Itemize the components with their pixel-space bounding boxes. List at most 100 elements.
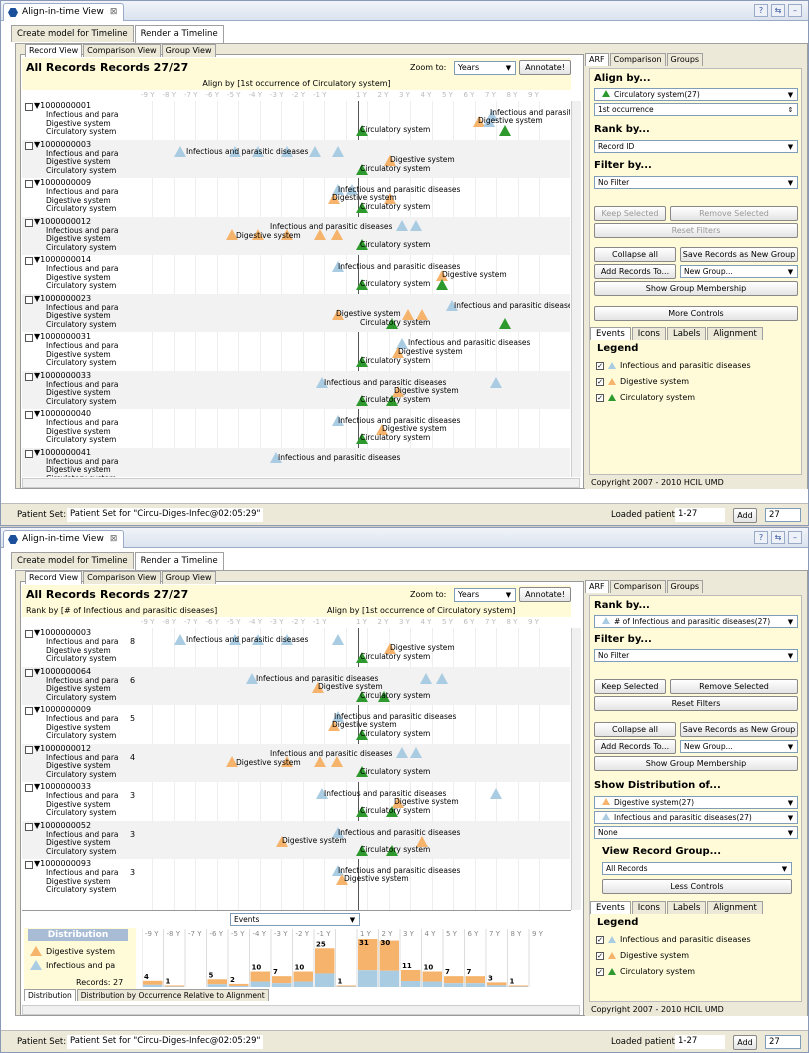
legend-item-infectious[interactable]: ✓ Infectious and parasitic diseases: [596, 935, 751, 944]
help-icon[interactable]: ?: [754, 4, 768, 17]
record-row[interactable]: ▼1000000031 Infectious and para Digestive …: [22, 332, 570, 370]
tab-create-model[interactable]: Create model for Timeline: [11, 25, 134, 42]
add-button[interactable]: Add: [733, 508, 757, 523]
distribution-select-1[interactable]: Digestive system(27) ▼: [594, 796, 798, 809]
event-marker[interactable]: [410, 219, 422, 231]
tab-groups[interactable]: Groups: [666, 53, 704, 66]
minimize-icon[interactable]: –: [788, 531, 802, 544]
tab-record-view[interactable]: Record View: [25, 571, 83, 584]
record-row[interactable]: ▼1000000040 Infectious and para Digestive …: [22, 409, 570, 447]
record-row[interactable]: ▼1000000009 Infectious and para Digestive …: [22, 178, 570, 216]
close-icon[interactable]: ⊠: [110, 7, 118, 17]
event-marker[interactable]: [332, 634, 344, 645]
legend-item-digestive[interactable]: ✓ Digestive system: [596, 951, 689, 960]
collapse-all-button[interactable]: Collapse all: [594, 247, 676, 262]
event-marker[interactable]: [436, 672, 448, 684]
record-id[interactable]: ▼1000000009: [34, 705, 91, 714]
show-group-membership-button[interactable]: Show Group Membership: [594, 281, 798, 296]
remove-selected-button[interactable]: Remove Selected: [670, 679, 798, 694]
event-marker[interactable]: [420, 672, 432, 684]
add-button[interactable]: Add: [733, 1035, 757, 1050]
record-checkbox[interactable]: [25, 822, 33, 831]
horizontal-scrollbar[interactable]: [22, 478, 580, 488]
record-checkbox[interactable]: [25, 449, 33, 458]
record-id[interactable]: ▼1000000064: [34, 667, 91, 676]
record-checkbox[interactable]: [25, 103, 33, 111]
record-row[interactable]: ▼1000000012 Infectious and para Digestive …: [22, 216, 570, 255]
record-row[interactable]: ▼1000000023 Infectious and para Digestive …: [22, 293, 570, 332]
tab-comparison[interactable]: Comparison: [609, 53, 666, 66]
record-row[interactable]: ▼1000000009 Infectious and para Digestive …: [22, 705, 570, 743]
checkbox[interactable]: ✓: [596, 951, 604, 960]
annotate-button[interactable]: Annotate!: [519, 587, 571, 602]
new-group-select[interactable]: New Group... ▼: [680, 265, 798, 278]
record-id[interactable]: ▼1000000023: [34, 294, 91, 303]
tab-record-view[interactable]: Record View: [25, 44, 83, 57]
tab-labels[interactable]: Labels: [666, 327, 707, 340]
filter-by-select[interactable]: No Filter ▼: [594, 176, 798, 189]
tab-arf[interactable]: ARF: [585, 53, 609, 66]
event-marker[interactable]: [499, 317, 511, 329]
event-marker[interactable]: [174, 145, 186, 157]
rank-by-select[interactable]: # of Infectious and parasitic diseases(2…: [594, 615, 798, 628]
reset-filters-button[interactable]: Reset Filters: [594, 223, 798, 238]
event-marker[interactable]: [174, 634, 186, 645]
record-id[interactable]: ▼1000000052: [34, 821, 91, 830]
add-count-input[interactable]: 27: [765, 508, 801, 522]
record-id[interactable]: ▼1000000093: [34, 859, 91, 868]
tab-comparison-view[interactable]: Comparison View: [83, 44, 161, 57]
distribution-type-select[interactable]: Events ▼: [230, 913, 360, 926]
tab-comparison-view[interactable]: Comparison View: [83, 571, 161, 584]
event-marker[interactable]: [410, 746, 422, 758]
checkbox[interactable]: ✓: [596, 377, 604, 386]
distribution-select-3[interactable]: None ▼: [594, 826, 798, 839]
event-marker[interactable]: [309, 145, 321, 157]
record-id[interactable]: ▼1000000033: [34, 371, 91, 380]
record-group-select[interactable]: All Records ▼: [602, 862, 792, 875]
record-id[interactable]: ▼1000000014: [34, 255, 91, 264]
record-row[interactable]: ▼1000000052 Infectious and para Digestive …: [22, 820, 570, 859]
help-icon[interactable]: ?: [754, 531, 768, 544]
save-as-group-button[interactable]: Save Records as New Group: [680, 247, 798, 262]
reset-filters-button[interactable]: Reset Filters: [594, 696, 798, 711]
rank-by-select[interactable]: Record ID ▼: [594, 140, 798, 153]
distribution-select-2[interactable]: Infectious and parasitic diseases(27) ▼: [594, 811, 798, 824]
record-row[interactable]: ▼1000000001 Infectious and para Digestive …: [22, 101, 570, 139]
event-marker[interactable]: [396, 219, 408, 231]
view-tab[interactable]: Align-in-time View ⊠: [3, 530, 125, 548]
event-marker[interactable]: [436, 279, 448, 290]
record-checkbox[interactable]: [25, 630, 33, 638]
record-checkbox[interactable]: [25, 218, 33, 227]
record-row[interactable]: ▼1000000033 Infectious and para Digestive …: [22, 370, 570, 409]
event-marker[interactable]: [332, 145, 344, 157]
record-row[interactable]: ▼1000000093 Infectious and para Digestive …: [22, 859, 570, 897]
record-checkbox[interactable]: [25, 861, 33, 869]
vertical-scrollbar[interactable]: [571, 628, 581, 910]
record-checkbox[interactable]: [25, 745, 33, 754]
vertical-scrollbar[interactable]: [571, 101, 581, 477]
record-id[interactable]: ▼1000000003: [34, 140, 91, 149]
add-count-input[interactable]: 27: [765, 1035, 801, 1049]
record-checkbox[interactable]: [25, 295, 33, 304]
more-controls-button[interactable]: More Controls: [594, 306, 798, 321]
record-row[interactable]: ▼1000000064 Infectious and para Digestive …: [22, 666, 570, 705]
record-id[interactable]: ▼1000000012: [34, 217, 91, 226]
record-checkbox[interactable]: [25, 784, 33, 792]
record-row[interactable]: ▼1000000012 Infectious and para Digestive …: [22, 743, 570, 782]
tab-comparison[interactable]: Comparison: [609, 580, 666, 593]
tab-distribution[interactable]: Distribution: [24, 989, 76, 1001]
tab-events[interactable]: Events: [590, 327, 631, 340]
tab-create-model[interactable]: Create model for Timeline: [11, 552, 134, 569]
tab-events[interactable]: Events: [590, 901, 631, 914]
record-id[interactable]: ▼1000000041: [34, 448, 91, 457]
tab-labels[interactable]: Labels: [666, 901, 707, 914]
tab-icons[interactable]: Icons: [631, 901, 666, 914]
record-checkbox[interactable]: [25, 257, 33, 265]
legend-item-infectious[interactable]: ✓ Infectious and parasitic diseases: [596, 361, 751, 370]
occurrence-spinner[interactable]: 1st occurrence ⇕: [594, 103, 798, 116]
close-icon[interactable]: ⊠: [110, 534, 118, 544]
tab-group-view[interactable]: Group View: [161, 571, 216, 584]
view-tab[interactable]: Align-in-time View ⊠: [3, 3, 125, 21]
sync-icon[interactable]: ⇆: [771, 531, 785, 544]
record-row[interactable]: ▼1000000014 Infectious and para Digestive …: [22, 255, 570, 293]
